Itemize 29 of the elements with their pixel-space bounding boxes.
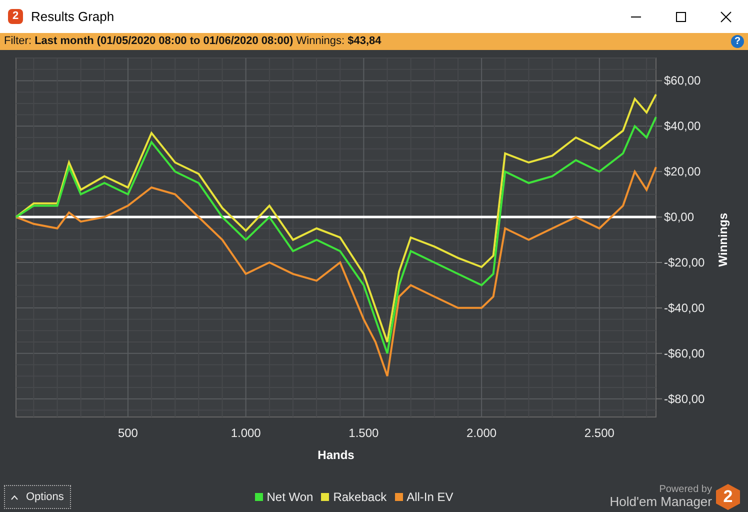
options-button[interactable]: Options [4,484,71,510]
x-tick-label: 2.000 [466,426,497,440]
window-title: Results Graph [31,8,116,26]
y-tick-label: -$40,00 [664,300,705,315]
y-tick-label: -$20,00 [664,256,705,270]
help-icon[interactable]: ? [731,35,744,48]
close-icon [720,11,732,24]
x-tick-label: 1.500 [348,426,379,440]
caret-up-icon [11,494,18,500]
y-tick-label: $20,00 [664,164,701,179]
y-axis-title: Winnings [716,212,730,267]
app-logo-icon: 2 [8,9,23,24]
y-tick-label: -$60,00 [664,346,705,360]
legend-label: Net Won [266,489,314,506]
powered-by-label: Powered by [658,484,712,495]
y-tick-label: $0,00 [664,210,694,224]
legend-label: All-In EV [406,489,454,506]
legend-label: Rakeback [333,489,387,506]
y-tick-label: $60,00 [664,74,701,88]
x-tick-label: 2.500 [584,426,614,440]
x-tick-label: 1.000 [230,426,261,440]
product-logo-icon: 2 [716,484,740,510]
maximize-icon [674,11,686,24]
y-tick-label: $40,00 [664,119,701,134]
x-tick-label: 500 [118,426,138,440]
product-name: Hold'em Manager [610,494,712,510]
y-tick-label: -$80,00 [664,392,705,406]
filter-summary: Filter: Last month (01/05/2020 08:00 to 01/06/2020 08:00) Winnings: $43,84 [4,34,382,50]
x-axis-title: Hands [318,448,354,462]
